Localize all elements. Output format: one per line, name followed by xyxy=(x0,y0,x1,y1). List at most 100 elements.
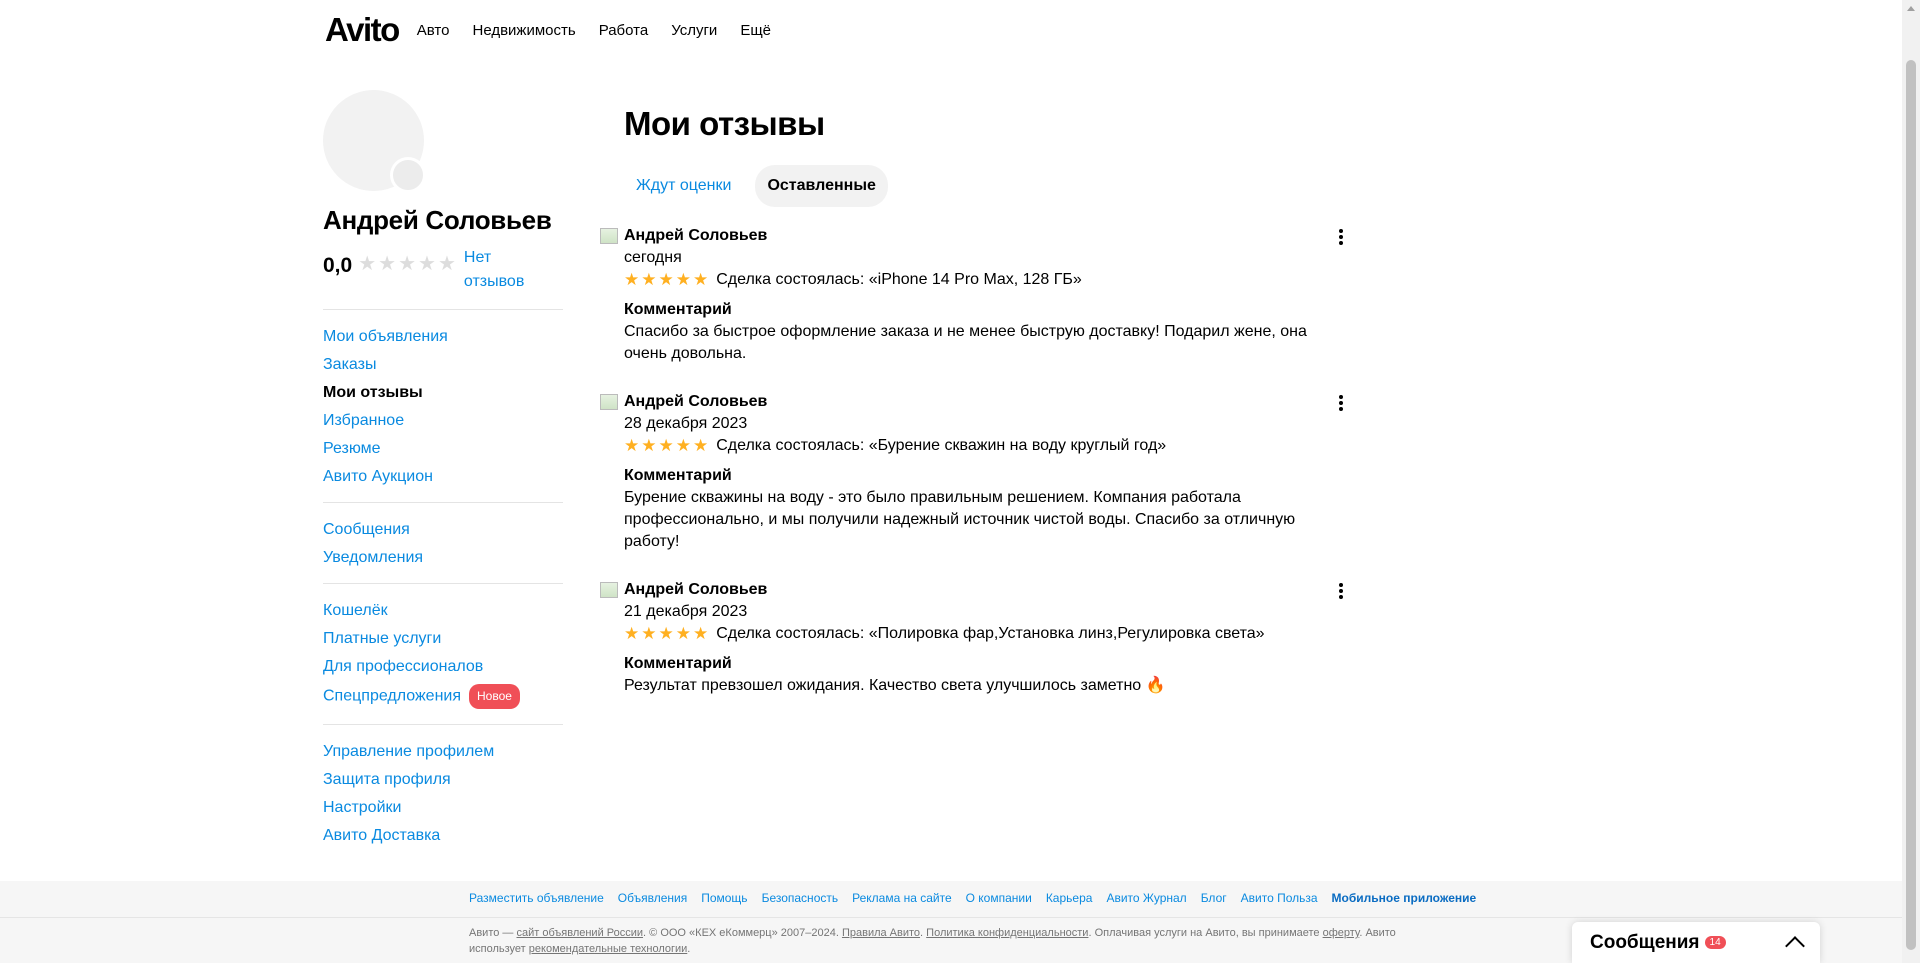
menu-messages[interactable]: Сообщения xyxy=(323,519,563,540)
review-deal: ★★★★★ Сделка состоялась: «Бурение скважи… xyxy=(624,435,1320,457)
review-item: Андрей Соловьев 28 декабря 2023 ★★★★★ Сд… xyxy=(600,391,1343,553)
footer-link-benefit[interactable]: Авито Польза xyxy=(1241,891,1318,905)
review-author[interactable]: Андрей Соловьев xyxy=(624,579,1320,601)
rating-value: 0,0 xyxy=(323,254,353,277)
legal-link-recommendations[interactable]: рекомендательные технологии xyxy=(529,943,688,955)
more-menu-icon[interactable] xyxy=(1332,393,1350,413)
chevron-up-icon[interactable] xyxy=(1785,935,1805,956)
nav-services[interactable]: Услуги xyxy=(671,22,717,39)
menu-my-reviews[interactable]: Мои отзывы xyxy=(323,382,563,403)
menu-auction[interactable]: Авито Аукцион xyxy=(323,466,563,487)
rating-stars-icon: ★★★★★ xyxy=(624,436,711,455)
menu-paid-services[interactable]: Платные услуги xyxy=(323,628,563,649)
review-date: сегодня xyxy=(624,249,682,266)
footer-links: Разместить объявление Объявления Помощь … xyxy=(469,891,1476,905)
review-comment-label: Комментарий xyxy=(624,655,732,672)
footer-link-careers[interactable]: Карьера xyxy=(1046,891,1093,905)
rating-stars-icon: ★★★★★ xyxy=(624,624,711,643)
menu-for-pros[interactable]: Для профессионалов xyxy=(323,656,563,677)
avatar[interactable] xyxy=(323,90,426,193)
nav-jobs[interactable]: Работа xyxy=(599,22,649,39)
menu-special-offers-row: Спецпредложения Новое xyxy=(323,684,563,709)
review-author[interactable]: Андрей Соловьев xyxy=(624,225,1320,247)
scrollbar-thumb[interactable] xyxy=(1906,60,1916,950)
menu-avito-delivery[interactable]: Авито Доставка xyxy=(323,825,563,846)
rating-stars-icon: ★★★★★ xyxy=(624,270,711,289)
divider xyxy=(323,724,563,725)
messenger-title: Сообщения xyxy=(1590,931,1700,953)
top-nav: Авто Недвижимость Работа Услуги Ещё xyxy=(417,22,771,39)
author-avatar-image xyxy=(600,582,618,598)
page-scrollbar[interactable] xyxy=(1902,0,1920,963)
review-comment: Бурение скважины на воду - это было прав… xyxy=(624,489,1296,550)
footer-link-security[interactable]: Безопасность xyxy=(762,891,839,905)
review-deal-text: Сделка состоялась: «iPhone 14 Pro Max, 1… xyxy=(716,271,1082,288)
review-date: 21 декабря 2023 xyxy=(624,603,748,620)
messenger-widget[interactable]: Сообщения 14 xyxy=(1572,922,1820,963)
reviews-list: Андрей Соловьев сегодня ★★★★★ Сделка сос… xyxy=(600,225,1343,723)
legal-text: . Оплачивая услуги на Авито, вы принимае… xyxy=(1088,927,1323,939)
review-comment-label: Комментарий xyxy=(624,467,732,484)
review-item: Андрей Соловьев сегодня ★★★★★ Сделка сос… xyxy=(600,225,1343,365)
menu-group-main: Мои объявления Заказы Мои отзывы Избранн… xyxy=(323,326,563,487)
more-menu-icon[interactable] xyxy=(1332,581,1350,601)
scroll-up-arrow-icon[interactable] xyxy=(1907,6,1915,11)
legal-link-privacy[interactable]: Политика конфиденциальности xyxy=(926,927,1088,939)
menu-resume[interactable]: Резюме xyxy=(323,438,563,459)
star-icon: ★ xyxy=(378,253,397,275)
footer-link-help[interactable]: Помощь xyxy=(701,891,747,905)
star-icon: ★ xyxy=(437,253,456,275)
divider xyxy=(323,583,563,584)
footer-link-post-ad[interactable]: Разместить объявление xyxy=(469,891,604,905)
menu-special-offers[interactable]: Спецпредложения xyxy=(323,688,461,705)
review-tabs: Ждут оценки Оставленные xyxy=(624,165,888,207)
legal-link-site[interactable]: сайт объявлений России xyxy=(516,927,643,939)
review-deal-text: Сделка состоялась: «Бурение скважин на в… xyxy=(716,437,1167,454)
review-author[interactable]: Андрей Соловьев xyxy=(624,391,1320,413)
review-comment-label: Комментарий xyxy=(624,301,732,318)
review-comment: Спасибо за быстрое оформление заказа и н… xyxy=(624,323,1307,362)
more-menu-icon[interactable] xyxy=(1332,227,1350,247)
footer-link-journal[interactable]: Авито Журнал xyxy=(1106,891,1186,905)
author-avatar-image xyxy=(600,228,618,244)
profile-name: Андрей Соловьев xyxy=(323,205,552,235)
star-icon: ★ xyxy=(398,253,417,275)
legal-text: Авито — xyxy=(469,927,517,939)
menu-settings[interactable]: Настройки xyxy=(323,797,563,818)
avito-logo[interactable]: Avito xyxy=(325,11,400,49)
menu-favorites[interactable]: Избранное xyxy=(323,410,563,431)
review-item: Андрей Соловьев 21 декабря 2023 ★★★★★ Сд… xyxy=(600,579,1343,697)
nav-auto[interactable]: Авто xyxy=(417,22,450,39)
footer-link-ads[interactable]: Объявления xyxy=(618,891,687,905)
tab-awaiting[interactable]: Ждут оценки xyxy=(624,165,743,207)
page-title: Мои отзывы xyxy=(624,105,825,142)
nav-realty[interactable]: Недвижимость xyxy=(472,22,575,39)
menu-orders[interactable]: Заказы xyxy=(323,354,563,375)
menu-my-ads[interactable]: Мои объявления xyxy=(323,326,563,347)
tab-left[interactable]: Оставленные xyxy=(755,165,888,207)
legal-link-offer[interactable]: оферту xyxy=(1323,927,1360,939)
menu-wallet[interactable]: Кошелёк xyxy=(323,600,563,621)
menu-notifications[interactable]: Уведомления xyxy=(323,547,563,568)
footer-link-blog[interactable]: Блог xyxy=(1201,891,1227,905)
review-date: 28 декабря 2023 xyxy=(624,415,748,432)
review-deal-text: Сделка состоялась: «Полировка фар,Устано… xyxy=(716,625,1265,642)
divider xyxy=(323,309,563,310)
menu-profile-management[interactable]: Управление профилем xyxy=(323,741,563,762)
footer-link-mobile-app[interactable]: Мобильное приложение xyxy=(1332,891,1477,905)
menu-profile-protection[interactable]: Защита профиля xyxy=(323,769,563,790)
footer-link-about[interactable]: О компании xyxy=(966,891,1032,905)
top-header: Avito Авто Недвижимость Работа Услуги Ещ… xyxy=(325,8,771,52)
divider xyxy=(323,502,563,503)
footer-link-advertising[interactable]: Реклама на сайте xyxy=(852,891,952,905)
legal-link-rules[interactable]: Правила Авито xyxy=(842,927,920,939)
profile-rating: 0,0 ★ ★ ★ ★ ★ Нет отзывов xyxy=(323,246,563,294)
nav-more[interactable]: Ещё xyxy=(740,22,771,39)
menu-group-settings: Управление профилем Защита профиля Настр… xyxy=(323,741,563,846)
no-reviews-link[interactable]: Нет отзывов xyxy=(464,246,544,294)
rating-stars-empty: ★ ★ ★ ★ ★ xyxy=(358,254,456,274)
profile-sidebar: Андрей Соловьев 0,0 ★ ★ ★ ★ ★ Нет отзывов Мо… xyxy=(323,90,563,846)
author-avatar-image xyxy=(600,394,618,410)
star-icon: ★ xyxy=(418,253,436,275)
footer-legal: Авито — сайт объявлений России. © ООО «К… xyxy=(469,925,1419,957)
